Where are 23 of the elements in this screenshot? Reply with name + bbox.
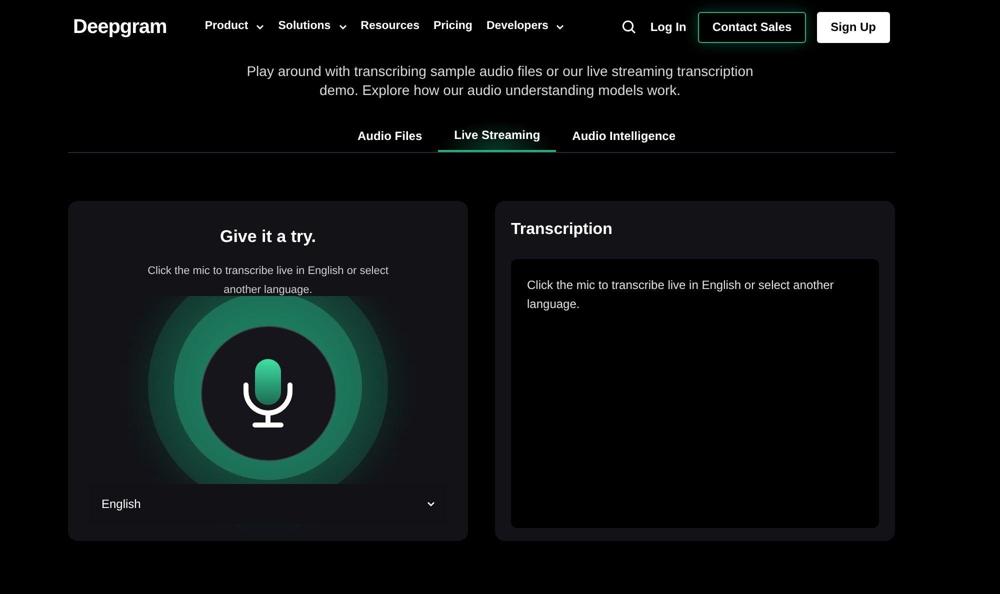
transcription-title: Transcription bbox=[511, 220, 614, 240]
microphone-icon bbox=[243, 358, 293, 428]
nav-link[interactable]: Product bbox=[204, 18, 264, 36]
panel-title: Give it a try. bbox=[220, 226, 316, 248]
login-link[interactable]: Log In bbox=[650, 18, 686, 36]
nav-link[interactable]: Resources bbox=[360, 18, 420, 36]
nav-link[interactable]: Developers bbox=[486, 18, 564, 36]
tab[interactable]: Live Streaming bbox=[438, 120, 556, 152]
chevron-down-icon bbox=[426, 500, 434, 506]
transcription-text: Click the mic to transcribe live in English or select another language. bbox=[527, 277, 835, 313]
tab[interactable]: Audio Files bbox=[341, 120, 438, 152]
panel-hint: Click the mic to transcribe live in English or select another language. bbox=[146, 264, 390, 298]
intro-text: Play around with transcribing sample audio files or our live streaming transcription demo. Explore how our audio understanding models work. bbox=[246, 62, 754, 100]
search-icon[interactable] bbox=[622, 20, 636, 34]
nav-link[interactable]: Solutions bbox=[278, 18, 347, 36]
logo[interactable]: Deepgram bbox=[73, 12, 167, 42]
chevron-down-icon bbox=[338, 24, 347, 30]
contact-sales-button[interactable]: Contact Sales bbox=[698, 12, 806, 42]
sign-up-button[interactable]: Sign Up bbox=[816, 12, 890, 42]
chevron-down-icon bbox=[556, 24, 564, 30]
nav-link[interactable]: Pricing bbox=[433, 18, 472, 36]
tab[interactable]: Audio Intelligence bbox=[556, 120, 692, 152]
chevron-down-icon bbox=[256, 24, 264, 30]
